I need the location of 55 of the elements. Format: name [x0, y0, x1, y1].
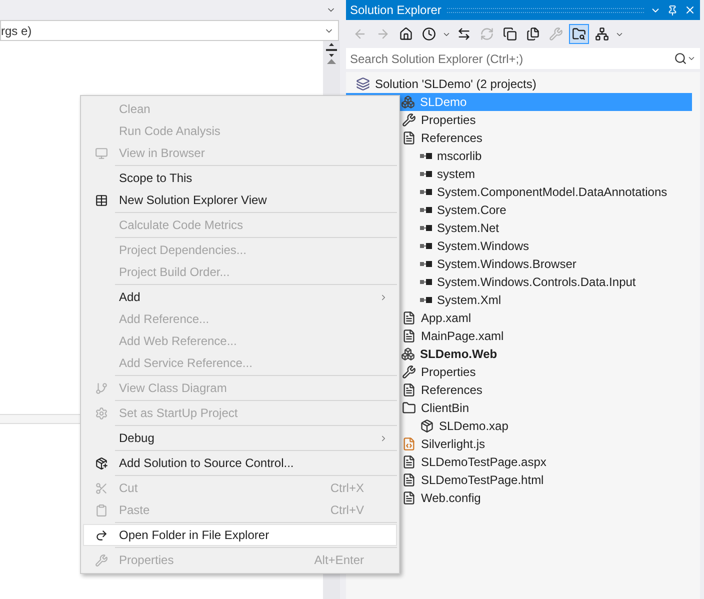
member-dropdown[interactable]: rgs e)	[0, 20, 339, 41]
scroll-up-icon[interactable]	[327, 59, 336, 64]
search-box[interactable]: Search Solution Explorer (Ctrl+;)	[346, 48, 700, 69]
wrench-icon	[549, 27, 563, 41]
curved-arrow-icon	[95, 528, 108, 542]
forward-icon	[376, 27, 390, 41]
script-file-icon	[402, 437, 416, 451]
project-icon	[401, 347, 415, 361]
toolbar-button[interactable]	[569, 24, 589, 44]
pin-icon[interactable]	[667, 4, 678, 16]
project-icon	[401, 95, 415, 109]
folder-search-icon	[572, 27, 586, 41]
solution-icon	[356, 77, 370, 91]
splitter-icon[interactable]	[326, 43, 337, 57]
file-icon	[402, 473, 416, 487]
search-field[interactable]: Search Solution Explorer (Ctrl+;)	[350, 50, 674, 68]
collapse-all-icon	[503, 27, 517, 41]
tree-item[interactable]: Solution 'SLDemo' (2 projects)	[346, 75, 692, 93]
show-all-files-icon	[526, 27, 540, 41]
file-icon	[402, 329, 416, 343]
close-icon[interactable]	[684, 4, 696, 16]
search-icon	[674, 52, 687, 65]
reference-icon	[420, 260, 432, 268]
sync-arrows-icon	[457, 27, 471, 41]
package-icon	[420, 419, 434, 433]
references-icon	[402, 131, 416, 145]
reference-icon	[420, 224, 432, 232]
browser-icon	[95, 146, 108, 160]
reference-icon	[420, 242, 432, 250]
source-control-icon	[95, 456, 108, 470]
reference-icon	[420, 188, 432, 196]
hierarchy-icon	[595, 27, 609, 41]
wrench-icon	[402, 113, 416, 127]
wrench-icon	[402, 365, 416, 379]
clock-icon	[422, 27, 436, 41]
reference-icon	[420, 206, 432, 214]
reference-icon	[420, 296, 432, 304]
reference-icon	[420, 170, 432, 178]
home-icon	[399, 27, 413, 41]
scissors-icon	[95, 482, 108, 494]
clipboard-icon	[95, 504, 108, 516]
gear-icon	[95, 406, 108, 420]
back-icon	[353, 27, 367, 41]
folder-icon	[402, 401, 416, 415]
references-icon	[402, 383, 416, 397]
panel-title: Solution Explorer	[350, 2, 442, 19]
menu-item[interactable]: Open Folder in File Explorer	[83, 524, 397, 546]
file-icon	[402, 311, 416, 325]
refresh-icon	[480, 27, 494, 41]
dropdown-caret-icon	[687, 54, 696, 63]
file-icon	[402, 491, 416, 505]
reference-icon	[420, 278, 432, 286]
reference-icon	[420, 152, 432, 160]
file-icon	[402, 455, 416, 469]
wrench-icon	[95, 554, 108, 566]
